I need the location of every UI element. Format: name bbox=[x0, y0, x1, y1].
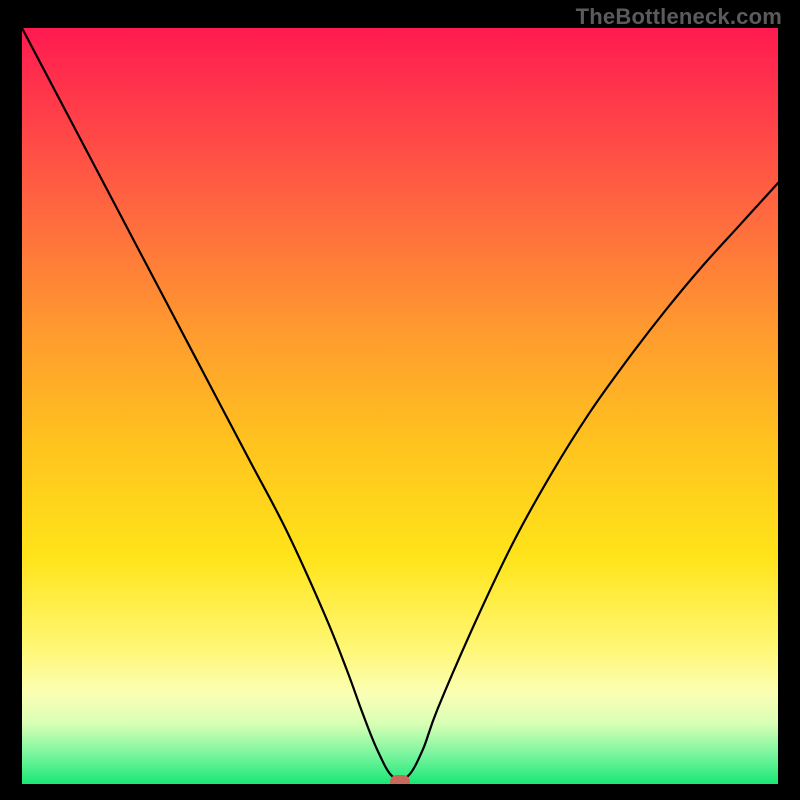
chart-frame: TheBottleneck.com bbox=[0, 0, 800, 800]
curve-svg bbox=[22, 28, 778, 784]
minimum-marker bbox=[390, 775, 410, 784]
bottleneck-curve bbox=[22, 28, 778, 780]
plot-area bbox=[22, 28, 778, 784]
watermark-text: TheBottleneck.com bbox=[576, 4, 782, 30]
